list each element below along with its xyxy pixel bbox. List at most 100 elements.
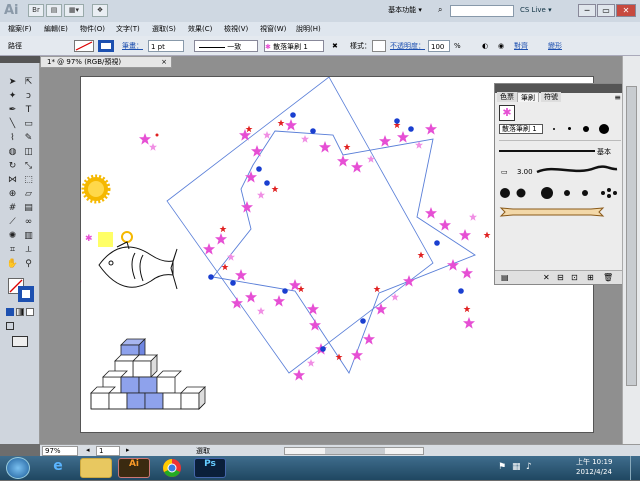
tray-flag-icon[interactable]: ⚑: [498, 462, 506, 472]
selection-bounding-box[interactable]: [166, 76, 434, 374]
line-tool-icon[interactable]: ╲: [6, 118, 19, 131]
global-icon[interactable]: ◉: [498, 40, 504, 52]
rotate-tool-icon[interactable]: ↻: [6, 160, 19, 173]
ie-icon[interactable]: e: [42, 458, 74, 478]
minimize-button[interactable]: ─: [578, 4, 596, 17]
direct-selection-tool-icon[interactable]: ⇱: [22, 76, 35, 89]
hand-tool-icon[interactable]: ✋: [6, 258, 19, 271]
stroke-color-box[interactable]: [18, 286, 34, 302]
scrollbar-thumb[interactable]: [626, 86, 637, 386]
isometric-cubes[interactable]: [90, 338, 206, 410]
symbol-sprayer-tool-icon[interactable]: ✺: [6, 230, 19, 243]
tray-volume-icon[interactable]: ♪: [526, 462, 532, 472]
blend-tool-icon[interactable]: ∞: [22, 216, 35, 229]
horizontal-scrollbar-thumb[interactable]: [325, 448, 385, 454]
scatter-brush-swatch[interactable]: ✱: [499, 105, 515, 121]
menu-effect[interactable]: 效果(C): [188, 24, 212, 34]
gradient-tool-icon[interactable]: ▤: [22, 202, 35, 215]
document-tab-close[interactable]: ×: [161, 57, 167, 68]
tray-date[interactable]: 2012/4/24: [576, 468, 612, 477]
scale-tool-icon[interactable]: ⤡: [22, 160, 35, 173]
show-desktop-button[interactable]: [630, 456, 640, 480]
panel-menu-icon[interactable]: ≡: [614, 93, 621, 102]
opacity-field[interactable]: 100: [428, 40, 450, 52]
lasso-tool-icon[interactable]: ↄ: [22, 90, 35, 103]
stroke-label[interactable]: 筆畫：: [122, 40, 143, 52]
transform-link[interactable]: 變形: [548, 40, 562, 52]
stroke-swatch[interactable]: [98, 40, 114, 52]
paintbrush-tool-icon[interactable]: ⌇: [6, 132, 19, 145]
selection-tool-icon[interactable]: ➤: [6, 76, 19, 89]
none-mode-icon[interactable]: [26, 308, 34, 316]
workspace-switcher[interactable]: 基本功能 ▾: [380, 4, 430, 17]
rectangle-tool-icon[interactable]: ▭: [22, 118, 35, 131]
opacity-label[interactable]: 不透明度：: [390, 40, 425, 52]
mesh-tool-icon[interactable]: #: [6, 202, 19, 215]
start-orb-icon[interactable]: [6, 457, 30, 479]
new-brush-icon[interactable]: ⊞: [587, 273, 594, 282]
vertical-scrollbar[interactable]: [622, 56, 640, 444]
pink-flower-cluster[interactable]: [139, 133, 159, 151]
pen-tool-icon[interactable]: ✒: [6, 104, 19, 117]
magic-wand-tool-icon[interactable]: ✦: [6, 90, 19, 103]
color-mode-icon[interactable]: [6, 308, 14, 316]
folder-icon[interactable]: [80, 458, 112, 478]
remove-brush-stroke-icon[interactable]: ✕: [543, 273, 550, 282]
screen-mode-icon[interactable]: [12, 336, 28, 347]
close-button[interactable]: ✕: [616, 4, 636, 17]
illustrator-taskbar-button[interactable]: Ai: [118, 458, 150, 478]
blob-brush-tool-icon[interactable]: ◍: [6, 146, 19, 159]
minibridge-button[interactable]: ▤: [46, 4, 62, 17]
pencil-tool-icon[interactable]: ✎: [22, 132, 35, 145]
zoom-field[interactable]: 97%: [42, 446, 78, 456]
graph-tool-icon[interactable]: ▥: [22, 230, 35, 243]
fish-drawing[interactable]: [98, 241, 178, 290]
zoom-tool-icon[interactable]: ⚲: [22, 258, 35, 271]
gpu-button[interactable]: ❖: [92, 4, 108, 17]
arrange-documents-button[interactable]: ▦▾: [64, 4, 84, 17]
calligraphic-brush-4[interactable]: [599, 124, 609, 134]
bridge-button[interactable]: Br: [28, 4, 44, 17]
calligraphic-brush-3[interactable]: [583, 126, 589, 132]
width-tool-icon[interactable]: ⋈: [6, 174, 19, 187]
star-path[interactable]: [212, 130, 476, 374]
calligraphic-brush-2[interactable]: [568, 127, 571, 130]
shape-builder-tool-icon[interactable]: ⊕: [6, 188, 19, 201]
document-tab[interactable]: 1* @ 97% (RGB/預視) ×: [40, 56, 172, 68]
tray-time[interactable]: 上午 10:19: [576, 458, 612, 467]
draw-normal-icon[interactable]: [6, 322, 14, 330]
dash-profile-dropdown[interactable]: 一致: [194, 40, 258, 52]
eraser-tool-icon[interactable]: ◫: [22, 146, 35, 159]
search-input[interactable]: [450, 5, 514, 17]
tab-swatches[interactable]: 色票: [497, 92, 517, 102]
calligraphic-brush-1[interactable]: [553, 128, 555, 130]
tab-symbols[interactable]: 符號: [541, 92, 561, 102]
horizontal-scrollbar[interactable]: [284, 447, 424, 455]
free-transform-tool-icon[interactable]: ⬚: [22, 174, 35, 187]
type-tool-icon[interactable]: T: [22, 104, 35, 117]
options-of-selected-icon[interactable]: ⊡: [571, 273, 578, 282]
menu-type[interactable]: 文字(T): [116, 24, 140, 34]
next-artboard-icon[interactable]: ▸: [126, 446, 130, 454]
menu-window[interactable]: 視窗(W): [260, 24, 286, 34]
basic-brush-stroke[interactable]: [499, 150, 595, 152]
cs-live-button[interactable]: CS Live ▾: [520, 4, 570, 17]
menu-file[interactable]: 檔案(F): [8, 24, 32, 34]
dot-brush-row[interactable]: [499, 184, 621, 202]
brush-dropdown[interactable]: ✱ 散落筆刷 1: [264, 40, 324, 52]
brush-options-panel-icon[interactable]: ⊟: [557, 273, 564, 282]
photoshop-taskbar-button[interactable]: Ps: [194, 458, 226, 478]
menu-object[interactable]: 物件(O): [80, 24, 105, 34]
style-swatch[interactable]: [372, 40, 386, 52]
menu-view[interactable]: 檢視(V): [224, 24, 248, 34]
tray-network-icon[interactable]: ▦: [512, 462, 521, 472]
recolor-icon[interactable]: ◐: [482, 40, 488, 52]
perspective-grid-tool-icon[interactable]: ▱: [22, 188, 35, 201]
ribbon-brush[interactable]: [499, 206, 605, 218]
align-link[interactable]: 對齊: [514, 40, 528, 52]
yellow-square[interactable]: ✱: [85, 231, 133, 247]
tab-brushes[interactable]: 筆刷: [517, 92, 539, 102]
wave-brush-stroke[interactable]: [535, 164, 619, 176]
menu-select[interactable]: 選取(S): [152, 24, 176, 34]
stroke-weight-field[interactable]: 1 pt: [148, 40, 184, 52]
